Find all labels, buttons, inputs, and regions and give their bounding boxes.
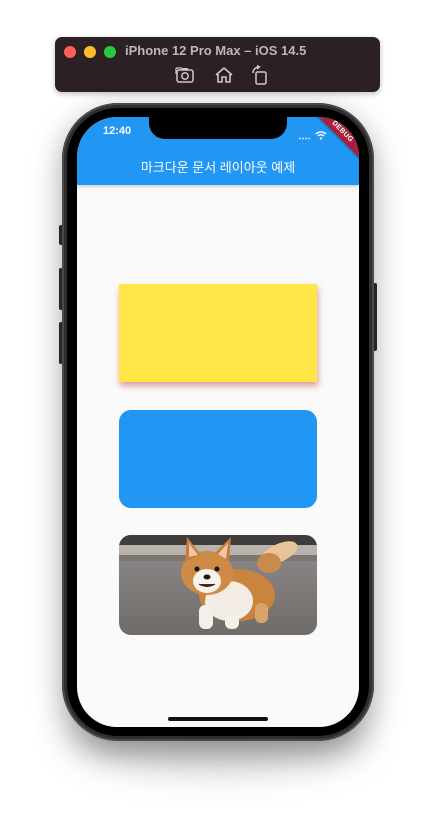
app-bar-title: 마크다운 문서 레이아웃 예제 xyxy=(140,160,296,175)
home-icon[interactable] xyxy=(213,64,235,86)
signal-icon xyxy=(298,127,312,140)
zoom-window-button[interactable] xyxy=(104,46,116,58)
status-icons xyxy=(298,126,327,140)
close-window-button[interactable] xyxy=(64,46,76,58)
phone-screen: 12:40 DEBUG 마크다운 문서 레이아웃 예제 xyxy=(77,117,359,727)
phone-frame: 12:40 DEBUG 마크다운 문서 레이아웃 예제 xyxy=(62,103,374,741)
app-bar: 12:40 DEBUG 마크다운 문서 레이아웃 예제 xyxy=(77,117,359,185)
debug-banner: DEBUG xyxy=(311,117,359,163)
simulator-title: iPhone 12 Pro Max – iOS 14.5 xyxy=(125,43,307,58)
notch xyxy=(149,117,287,139)
status-time: 12:40 xyxy=(103,125,132,137)
simulator-toolbar: iPhone 12 Pro Max – iOS 14.5 xyxy=(55,37,380,92)
yellow-box xyxy=(119,284,317,382)
rotate-icon[interactable] xyxy=(249,64,271,86)
blue-box xyxy=(119,410,317,508)
home-indicator[interactable] xyxy=(168,717,268,721)
screenshot-icon[interactable] xyxy=(174,64,196,86)
minimize-window-button[interactable] xyxy=(84,46,96,58)
wifi-icon xyxy=(315,127,327,140)
corgi-image xyxy=(119,535,317,635)
